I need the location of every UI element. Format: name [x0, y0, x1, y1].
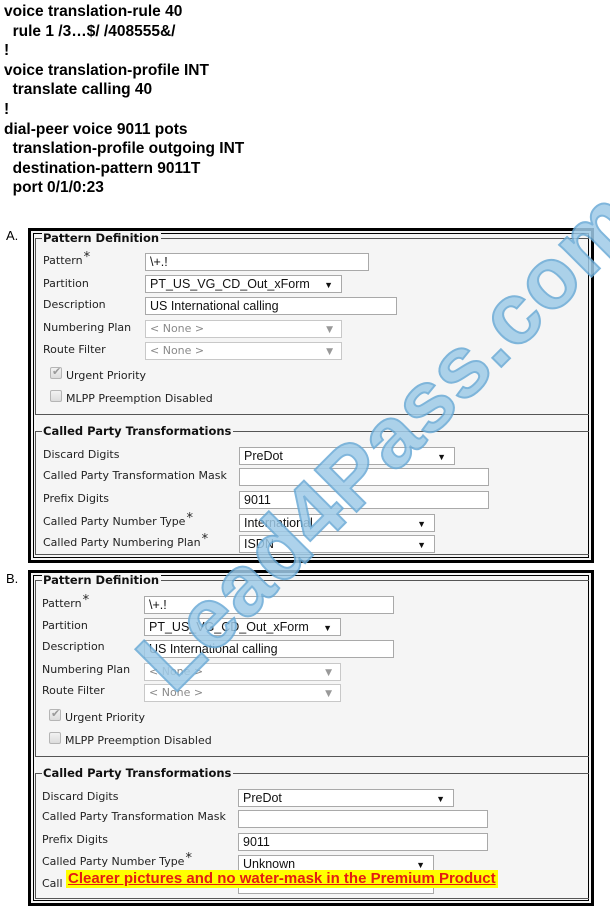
- chevron-down-icon: ▼: [417, 540, 426, 550]
- option-b-letter: B.: [6, 571, 19, 586]
- pattern-definition-legend: Pattern Definition: [42, 573, 162, 587]
- chevron-down-icon: ▼: [417, 519, 426, 529]
- partition-label: Partition: [43, 277, 89, 290]
- checkmark-icon: ✔: [52, 366, 62, 378]
- pattern-definition-fieldset: Pattern Definition Pattern* \+.! Partiti…: [35, 573, 589, 757]
- chevron-down-icon: ▼: [436, 794, 445, 804]
- urgent-priority-label: Urgent Priority: [65, 711, 146, 724]
- mlpp-preemption-label: MLPP Preemption Disabled: [66, 392, 213, 405]
- transformation-mask-input[interactable]: [239, 468, 489, 486]
- called-numbering-plan-select[interactable]: ISDN ▼: [239, 535, 435, 553]
- transformation-mask-label: Called Party Transformation Mask: [43, 469, 227, 482]
- cli-line: !: [4, 42, 10, 60]
- numbering-plan-select[interactable]: < None > ▼: [144, 663, 341, 681]
- number-type-label: Called Party Number Type*: [43, 511, 193, 529]
- option-a-panel: Pattern Definition Pattern* \+.! Partiti…: [28, 228, 594, 563]
- prefix-digits-input[interactable]: 9011: [239, 491, 489, 509]
- cli-line: dial-peer voice 9011 pots: [4, 120, 188, 138]
- called-party-legend: Called Party Transformations: [42, 766, 234, 780]
- chevron-down-icon: ▼: [437, 452, 446, 462]
- cli-config-block: voice translation-rule 40 rule 1 /3…$/ /…: [4, 2, 244, 198]
- pattern-input[interactable]: \+.!: [144, 596, 394, 614]
- description-label: Description: [43, 298, 106, 311]
- cli-line: rule 1 /3…$/ /408555&/: [4, 22, 176, 40]
- partition-select[interactable]: PT_US_VG_CD_Out_xForm ▼: [145, 275, 342, 293]
- urgent-priority-label: Urgent Priority: [66, 369, 147, 382]
- cli-line: voice translation-profile INT: [4, 61, 209, 79]
- option-a-letter: A.: [6, 228, 19, 243]
- checkmark-icon: ✔: [51, 708, 61, 720]
- prefix-digits-input[interactable]: 9011: [238, 833, 488, 851]
- called-party-legend: Called Party Transformations: [42, 424, 234, 438]
- route-filter-label: Route Filter: [43, 343, 106, 356]
- route-filter-label: Route Filter: [42, 684, 105, 697]
- mlpp-preemption-checkbox[interactable]: [49, 732, 61, 744]
- called-party-transformations-fieldset: Called Party Transformations Discard Dig…: [35, 424, 589, 555]
- cli-line: translation-profile outgoing INT: [4, 140, 245, 158]
- pattern-definition-legend: Pattern Definition: [42, 231, 162, 245]
- option-b-panel: Pattern Definition Pattern* \+.! Partiti…: [28, 570, 594, 906]
- chevron-down-icon: ▼: [325, 689, 332, 699]
- partition-select[interactable]: PT_US_VG_CD_Out_xForm ▼: [144, 618, 341, 636]
- pattern-label: Pattern*: [42, 593, 90, 611]
- description-label: Description: [42, 640, 105, 653]
- numbering-plan-label: Numbering Plan: [43, 321, 132, 334]
- cli-line: !: [4, 100, 10, 118]
- cli-line: destination-pattern 9011T: [4, 159, 201, 177]
- urgent-priority-checkbox[interactable]: ✔: [50, 366, 62, 379]
- transformation-mask-label: Called Party Transformation Mask: [42, 810, 226, 823]
- route-filter-select[interactable]: < None > ▼: [145, 342, 342, 360]
- urgent-priority-checkbox[interactable]: ✔: [49, 708, 61, 721]
- cli-line: voice translation-rule 40: [4, 3, 183, 20]
- prefix-digits-label: Prefix Digits: [43, 492, 110, 505]
- discard-digits-label: Discard Digits: [43, 448, 120, 461]
- pattern-definition-fieldset: Pattern Definition Pattern* \+.! Partiti…: [35, 231, 589, 415]
- numbering-plan-label: Called Party Numbering Plan*: [43, 532, 209, 550]
- transformation-mask-input[interactable]: [238, 810, 488, 828]
- pattern-label: Pattern*: [43, 250, 91, 268]
- chevron-down-icon: ▼: [325, 668, 332, 678]
- chevron-down-icon: ▼: [326, 347, 333, 357]
- number-type-select[interactable]: International ▼: [239, 514, 435, 532]
- discard-digits-select[interactable]: PreDot ▼: [239, 447, 455, 465]
- numbering-plan-label-partial: Call: [42, 877, 63, 890]
- chevron-down-icon: ▼: [324, 280, 333, 290]
- cli-line: translate calling 40: [4, 81, 153, 99]
- mlpp-preemption-label: MLPP Preemption Disabled: [65, 734, 212, 747]
- description-input[interactable]: US International calling: [144, 640, 394, 658]
- promo-banner[interactable]: Clearer pictures and no water-mask in th…: [66, 870, 498, 888]
- description-input[interactable]: US International calling: [145, 297, 397, 315]
- discard-digits-select[interactable]: PreDot ▼: [238, 789, 454, 807]
- prefix-digits-label: Prefix Digits: [42, 833, 109, 846]
- numbering-plan-select[interactable]: < None > ▼: [145, 320, 342, 338]
- discard-digits-label: Discard Digits: [42, 790, 119, 803]
- route-filter-select[interactable]: < None > ▼: [144, 684, 341, 702]
- number-type-label: Called Party Number Type*: [42, 851, 192, 869]
- chevron-down-icon: ▼: [326, 325, 333, 335]
- partition-label: Partition: [42, 619, 88, 632]
- cli-line: port 0/1/0:23: [4, 179, 104, 197]
- numbering-plan-label: Numbering Plan: [42, 663, 131, 676]
- pattern-input[interactable]: \+.!: [145, 253, 369, 271]
- mlpp-preemption-checkbox[interactable]: [50, 390, 62, 402]
- chevron-down-icon: ▼: [323, 623, 332, 633]
